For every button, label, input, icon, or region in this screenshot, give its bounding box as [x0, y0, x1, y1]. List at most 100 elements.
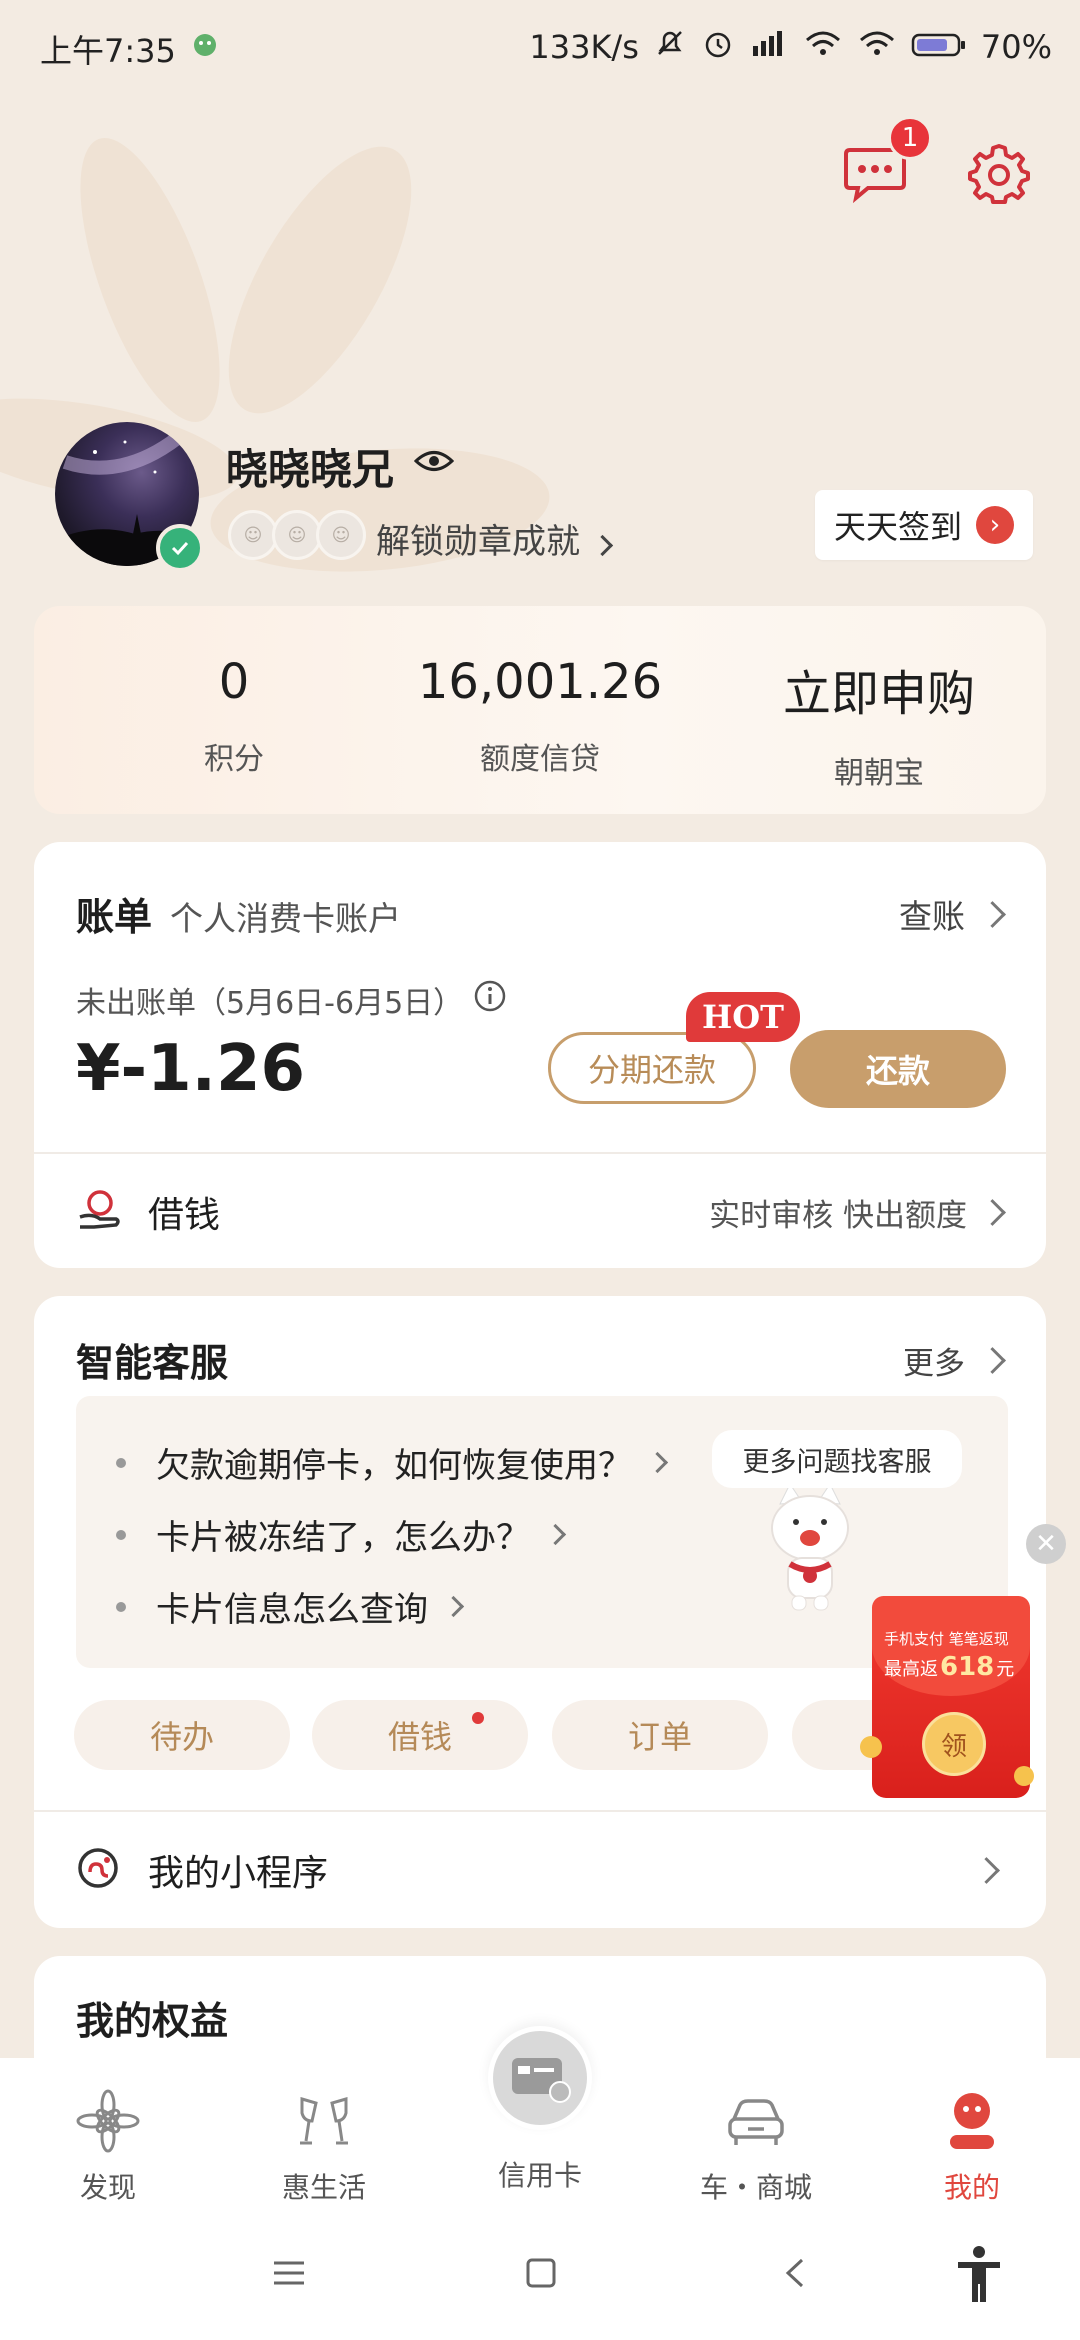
menu-icon[interactable]	[272, 2258, 306, 2292]
points-stat[interactable]: 0 积分	[69, 654, 399, 778]
medal-icon: ☺	[272, 510, 322, 560]
view-bill-link[interactable]: 查账	[899, 890, 1006, 938]
more-link[interactable]: 更多	[903, 1338, 1006, 1383]
gear-icon	[968, 144, 1030, 204]
battery-percent: 70%	[980, 28, 1052, 66]
tab-label: 惠生活	[281, 2171, 366, 2204]
unlock-achievements-link[interactable]: 解锁勋章成就	[376, 514, 613, 563]
promo-line1: 手机支付 笔笔返现	[884, 1630, 1009, 1648]
promo-amount: 618	[940, 1652, 995, 1682]
bill-card: 账单 个人消费卡账户 查账 未出账单（5月6日-6月5日） ¥-1.26 分期还…	[34, 842, 1046, 1268]
tab-label: 信用卡	[497, 2159, 582, 2192]
faq-item[interactable]: 卡片信息怎么查询	[116, 1582, 465, 1631]
chevron-right-icon	[442, 1595, 465, 1618]
wifi-icon	[803, 28, 843, 66]
android-robot-icon	[190, 28, 220, 66]
back-icon[interactable]	[780, 2256, 810, 2294]
installment-button[interactable]: 分期还款	[548, 1032, 756, 1104]
bill-amount: ¥-1.26	[76, 1032, 305, 1106]
mute-bell-icon	[653, 26, 687, 68]
my-profile-icon	[939, 2088, 1005, 2154]
bill-subtitle: 个人消费卡账户	[170, 899, 402, 938]
tab-label: 车・商城	[699, 2171, 812, 2204]
faq-item[interactable]: 卡片被冻结了，怎么办？	[116, 1510, 567, 1559]
mini-program-icon	[76, 1846, 120, 1894]
bullet	[116, 1529, 126, 1540]
mini-program-label: 我的小程序	[148, 1853, 329, 1894]
chevron-right-icon	[979, 1347, 1006, 1374]
discover-flower-icon	[75, 2088, 141, 2154]
cheers-glasses-icon	[291, 2088, 357, 2154]
customer-service-bubble[interactable]: 更多问题找客服	[712, 1430, 962, 1488]
bullet	[116, 1457, 126, 1468]
car-icon	[723, 2088, 789, 2154]
verified-check-icon	[156, 524, 204, 572]
tab-label: 我的	[943, 2171, 1000, 2204]
chevron-right-icon	[646, 1451, 669, 1474]
tab-mine[interactable]: 我的	[864, 2058, 1080, 2208]
bottom-tab-bar: 发现 惠生活 信用卡 车・商城 我的	[0, 2026, 1080, 2208]
tab-life[interactable]: 惠生活	[216, 2058, 432, 2208]
signal-strength-icon	[749, 28, 789, 66]
system-navigation-bar	[0, 2208, 1080, 2340]
medal-icon: ☺	[316, 510, 366, 560]
wifi-icon-2	[857, 28, 897, 66]
bill-period: 未出账单（5月6日-6月5日）	[76, 986, 464, 1021]
close-icon[interactable]: ✕	[1026, 1524, 1066, 1564]
arrow-right-circle-icon: ›	[976, 506, 1014, 544]
chevron-right-icon	[979, 1198, 1006, 1226]
zhaozhaobao-stat[interactable]: 立即申购 朝朝宝	[714, 654, 1044, 792]
status-bar: 上午7:35 133K/s 70%	[0, 0, 1080, 90]
alarm-clock-icon	[701, 26, 735, 68]
borrow-tagline: 实时审核 快出额度	[709, 1197, 967, 1234]
tab-car-mall[interactable]: 车・商城	[648, 2058, 864, 2208]
red-dot-indicator	[472, 1712, 484, 1724]
credit-stat[interactable]: 16,001.26 额度信贷	[375, 654, 705, 778]
promo-unit: 元	[996, 1659, 1015, 1680]
coin-icon	[1014, 1766, 1034, 1786]
home-square-icon[interactable]	[524, 2256, 558, 2294]
promo-prefix: 最高返	[884, 1659, 938, 1680]
settings-button[interactable]	[966, 140, 1032, 206]
status-time: 上午7:35	[40, 32, 176, 70]
medal-icon: ☺	[228, 510, 278, 560]
message-badge: 1	[888, 116, 932, 160]
service-title: 智能客服	[76, 1340, 229, 1385]
info-icon[interactable]	[473, 979, 507, 1021]
hot-tag: HOT	[686, 992, 800, 1042]
repay-button[interactable]: 还款	[790, 1030, 1006, 1108]
tab-discover[interactable]: 发现	[0, 2058, 216, 2208]
chevron-right-icon	[979, 900, 1006, 928]
faq-item[interactable]: 欠款逾期停卡，如何恢复使用？	[116, 1438, 669, 1487]
rights-title: 我的权益	[76, 1998, 229, 2043]
chevron-right-icon	[544, 1523, 567, 1546]
chevron-right-icon	[591, 534, 613, 557]
eye-toggle-icon[interactable]	[413, 446, 455, 480]
pill-borrow[interactable]: 借钱	[312, 1700, 528, 1770]
red-packet-promo[interactable]: 手机支付 笔笔返现 最高返 618 元 领	[860, 1596, 1034, 1798]
accessibility-icon[interactable]	[954, 2244, 1004, 2308]
cat-mascot-icon[interactable]	[760, 1483, 860, 1618]
divider	[34, 1810, 1046, 1812]
pill-orders[interactable]: 订单	[552, 1700, 768, 1770]
stats-card: 0 积分 16,001.26 额度信贷 立即申购 朝朝宝	[34, 606, 1046, 814]
credit-card-icon	[488, 2026, 592, 2130]
borrow-hand-icon	[76, 1187, 122, 1237]
mini-program-row[interactable]: 我的小程序	[76, 1842, 1006, 1898]
claim-coin-button[interactable]: 领	[922, 1712, 986, 1776]
chevron-right-icon	[973, 1856, 1000, 1884]
tab-credit-card[interactable]: 信用卡	[432, 2026, 648, 2208]
divider	[34, 1152, 1046, 1154]
medal-badges[interactable]: ☺ ☺ ☺	[228, 510, 366, 560]
tab-label: 发现	[79, 2171, 136, 2204]
background-petal-decoration	[0, 138, 550, 572]
daily-signin-button[interactable]: 天天签到 ›	[815, 490, 1033, 560]
bill-title: 账单	[76, 894, 153, 939]
borrow-label: 借钱	[148, 1195, 221, 1236]
user-name: 晓晓晓兄	[226, 445, 395, 494]
battery-icon	[911, 28, 967, 66]
network-speed: 133K/s	[529, 28, 639, 66]
borrow-row[interactable]: 借钱 实时审核 快出额度	[76, 1182, 1006, 1242]
pill-todo[interactable]: 待办	[74, 1700, 290, 1770]
bullet	[116, 1601, 126, 1612]
